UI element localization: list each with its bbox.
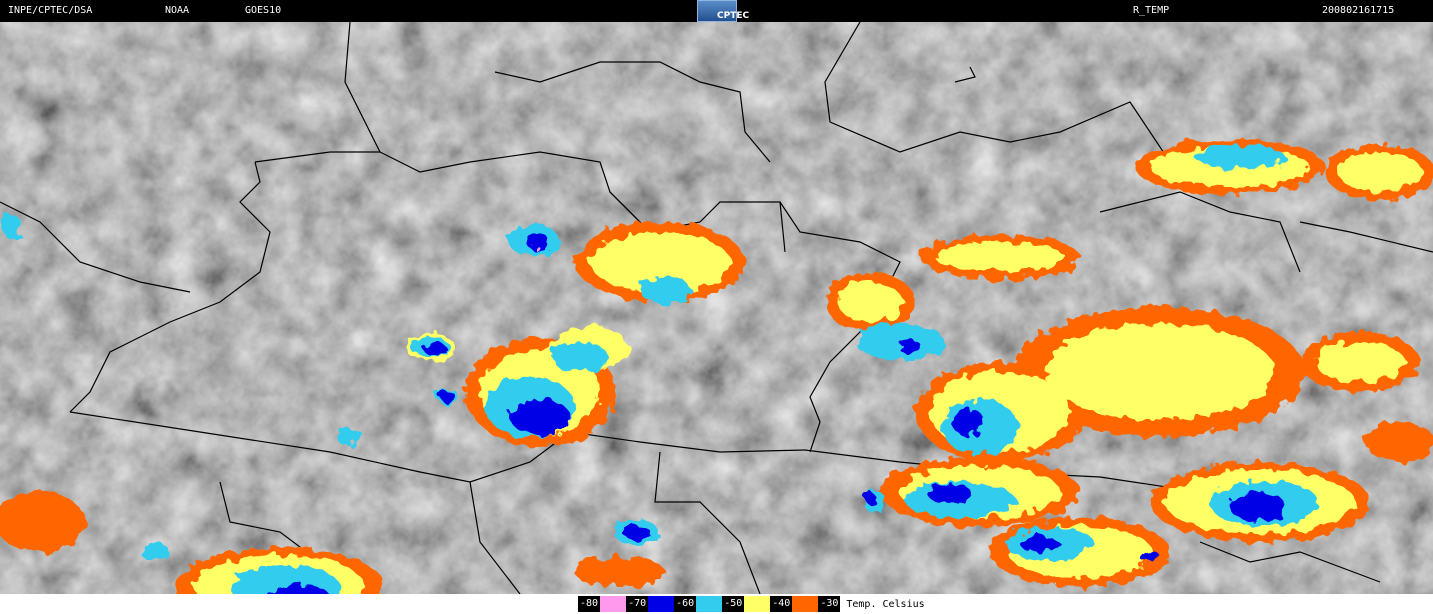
cell-pink [533, 245, 539, 249]
legend-swatch-orange [792, 596, 819, 612]
legend-swatch-cyan [696, 596, 723, 612]
legend-swatch-blue [648, 596, 675, 612]
legend-label-70: -70 [626, 596, 649, 612]
legend-swatch-yellow [744, 596, 771, 612]
legend-bar: -80 -70 -60 -50 -40 -30 Temp. Celsius [0, 594, 1433, 614]
header-bar: INPE/CPTEC/DSA NOAA GOES10 CPTEC R_TEMP … [0, 0, 1433, 22]
satellite-map [0, 22, 1433, 594]
source-label: NOAA [165, 5, 190, 16]
legend-unit: Temp. Celsius [846, 598, 925, 610]
legend-label-50: -50 [722, 596, 745, 612]
timestamp-label: 200802161715 [1322, 5, 1395, 16]
satellite-label: GOES10 [245, 5, 282, 16]
legend-label-30: -30 [818, 596, 841, 612]
cptec-logo: CPTEC [697, 0, 749, 22]
agency-label: INPE/CPTEC/DSA [8, 5, 93, 16]
legend-label-80: -80 [578, 596, 601, 612]
legend-swatch-pink [600, 596, 627, 612]
product-label: R_TEMP [1133, 5, 1170, 16]
legend-label-40: -40 [770, 596, 793, 612]
temperature-legend: -80 -70 -60 -50 -40 -30 Temp. Celsius [578, 596, 925, 612]
legend-label-60: -60 [674, 596, 697, 612]
